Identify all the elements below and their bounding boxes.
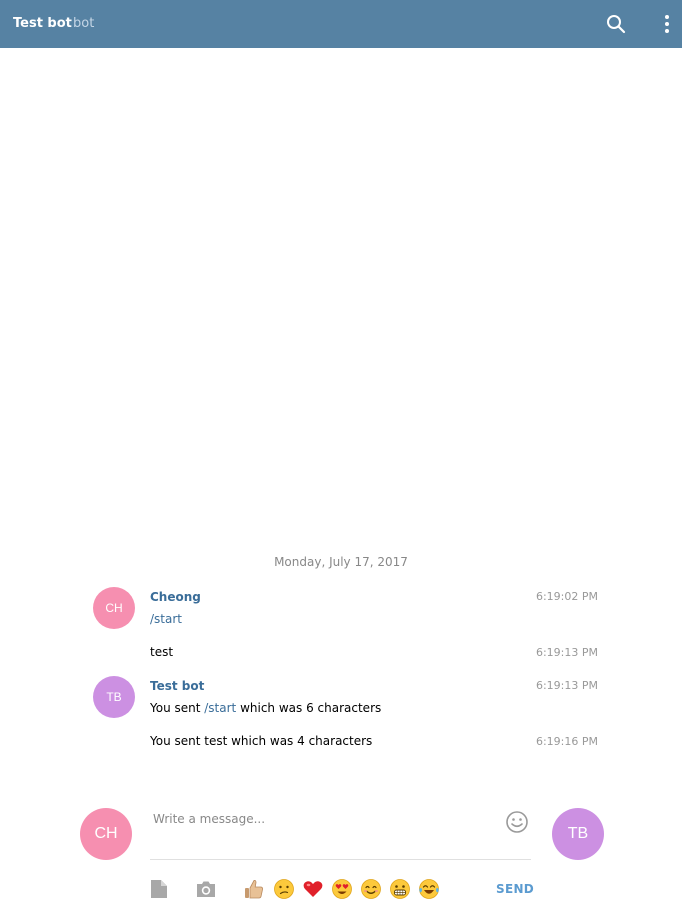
confused-face-emoji-icon[interactable] xyxy=(273,878,295,900)
emoji-picker-icon[interactable] xyxy=(505,810,529,834)
heart-eyes-face-emoji-icon[interactable] xyxy=(331,878,353,900)
message-input[interactable]: Write a message... xyxy=(153,812,493,826)
bot-command-link[interactable]: /start xyxy=(150,612,182,626)
chat-header: Test bot bot xyxy=(0,0,682,48)
peer-avatar[interactable]: TB xyxy=(552,808,604,860)
camera-icon[interactable] xyxy=(196,880,216,898)
message-time: 6:19:13 PM xyxy=(535,646,598,659)
red-heart-emoji-icon[interactable] xyxy=(302,878,324,900)
smiling-face-emoji-icon[interactable] xyxy=(360,878,382,900)
more-options-icon[interactable] xyxy=(659,14,675,34)
message-author[interactable]: Test bot xyxy=(150,679,204,693)
message-text: You sent test which was 4 characters xyxy=(150,734,373,748)
message-time: 6:19:16 PM xyxy=(535,735,598,748)
self-avatar[interactable]: CH xyxy=(80,808,132,860)
send-button[interactable]: SEND xyxy=(496,882,534,896)
avatar[interactable]: CH xyxy=(93,587,135,629)
chat-subtitle: bot xyxy=(73,16,95,31)
input-underline xyxy=(150,859,531,860)
grimacing-face-emoji-icon[interactable] xyxy=(389,878,411,900)
message-time: 6:19:02 PM xyxy=(535,590,598,603)
message-author[interactable]: Cheong xyxy=(150,590,201,604)
thumbs-up-emoji-icon[interactable] xyxy=(243,878,265,900)
message-text: /start xyxy=(150,612,182,626)
search-icon[interactable] xyxy=(606,14,626,34)
chat-title[interactable]: Test bot xyxy=(13,16,72,31)
attach-file-icon[interactable] xyxy=(150,879,168,899)
date-divider: Monday, July 17, 2017 xyxy=(274,555,408,569)
message-time: 6:19:13 PM xyxy=(535,679,598,692)
message-text: You sent /start which was 6 characters xyxy=(150,701,382,715)
bot-command-link[interactable]: /start xyxy=(204,701,236,715)
message-text: test xyxy=(150,645,174,659)
avatar[interactable]: TB xyxy=(93,676,135,718)
tears-of-joy-face-emoji-icon[interactable] xyxy=(418,878,440,900)
